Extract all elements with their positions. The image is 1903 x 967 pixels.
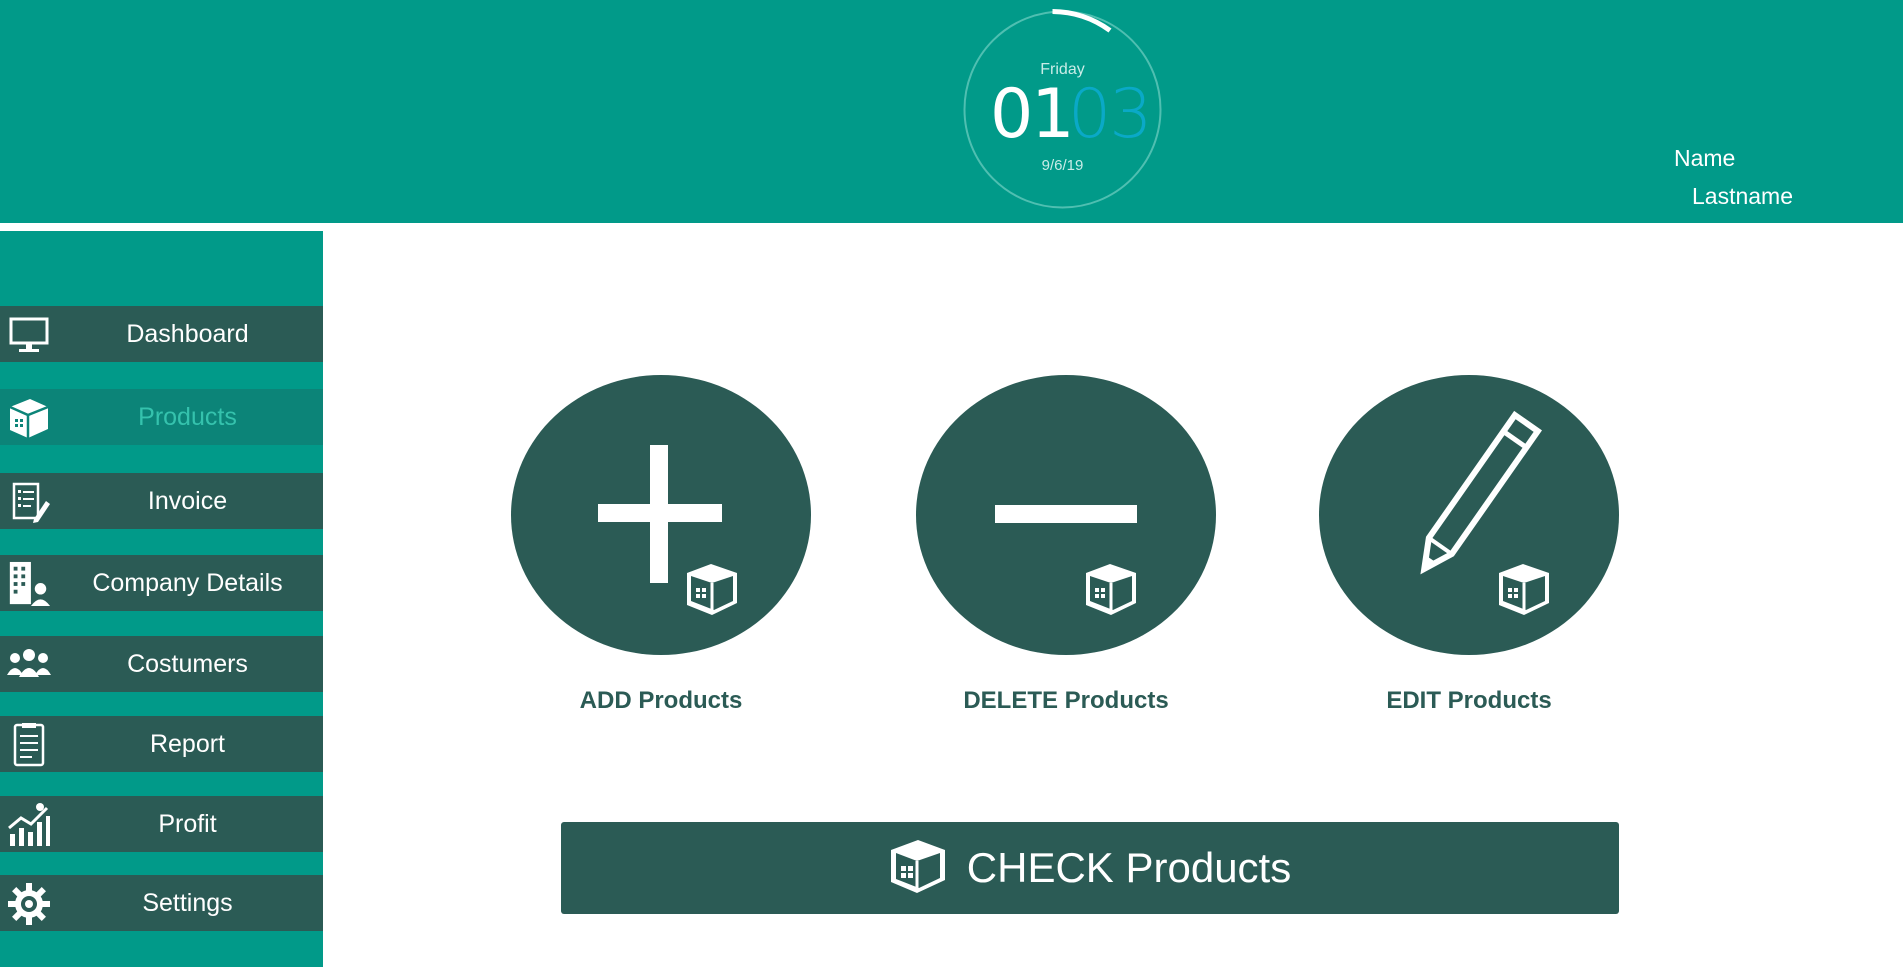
clock-date: 9/6/19 [1041,157,1084,174]
monitor-icon [6,312,52,358]
sidebar-item-settings[interactable]: Settings [0,875,323,931]
pencil-icon [1420,410,1549,615]
sidebar-item-products[interactable]: Products [0,389,323,445]
box-icon [889,838,947,899]
report-icon [6,722,52,768]
user-lastname: Lastname [1692,183,1794,209]
clock-widget: Friday 01 03 9/6/19 [960,7,1165,212]
sidebar-item-profit[interactable]: Profit [0,796,323,852]
header-divider [0,223,1903,231]
sidebar-item-label: Costumers [127,650,248,678]
sidebar-item-label: Products [138,403,237,431]
add-products-label: ADD Products [579,687,743,714]
edit-products-circle [1319,375,1619,655]
clock-minute: 03 [1068,75,1153,154]
sidebar-item-label: Settings [142,889,233,917]
chart-icon [6,802,52,848]
sidebar-item-label: Report [149,730,226,758]
edit-products-button[interactable]: EDIT Products [1319,375,1619,715]
sidebar-item-label: Dashboard [126,320,249,348]
box-icon [6,395,52,441]
sidebar-item-company-details[interactable]: Company Details [0,555,323,611]
delete-products-circle [916,375,1216,655]
invoice-icon [6,479,52,525]
edit-products-label: EDIT Products [1386,687,1552,714]
people-icon [6,642,52,688]
sidebar-item-label: Invoice [147,487,228,515]
clock-hour: 01 [990,75,1075,154]
plus-icon [598,445,737,615]
sidebar-item-report[interactable]: Report [0,716,323,772]
minus-icon [995,505,1137,615]
header-bar: Friday 01 03 9/6/19 Name Lastname [0,0,1903,223]
check-products-button[interactable]: CHECK Products [561,822,1619,914]
sidebar-item-invoice[interactable]: Invoice [0,473,323,529]
sidebar-item-label: Company Details [92,569,283,597]
building-icon [6,561,52,607]
gear-icon [6,881,52,927]
user-name: Name [1674,145,1736,171]
check-products-label: CHECK Products [966,844,1292,891]
sidebar-item-costumers[interactable]: Costumers [0,636,323,692]
delete-products-label: DELETE Products [963,687,1169,714]
sidebar: Dashboard Products Invoice Company Detai… [0,231,323,967]
sidebar-item-dashboard[interactable]: Dashboard [0,306,323,362]
sidebar-item-label: Profit [158,810,217,838]
delete-products-button[interactable]: DELETE Products [916,375,1216,715]
add-products-button[interactable]: ADD Products [511,375,811,715]
add-products-circle [511,375,811,655]
